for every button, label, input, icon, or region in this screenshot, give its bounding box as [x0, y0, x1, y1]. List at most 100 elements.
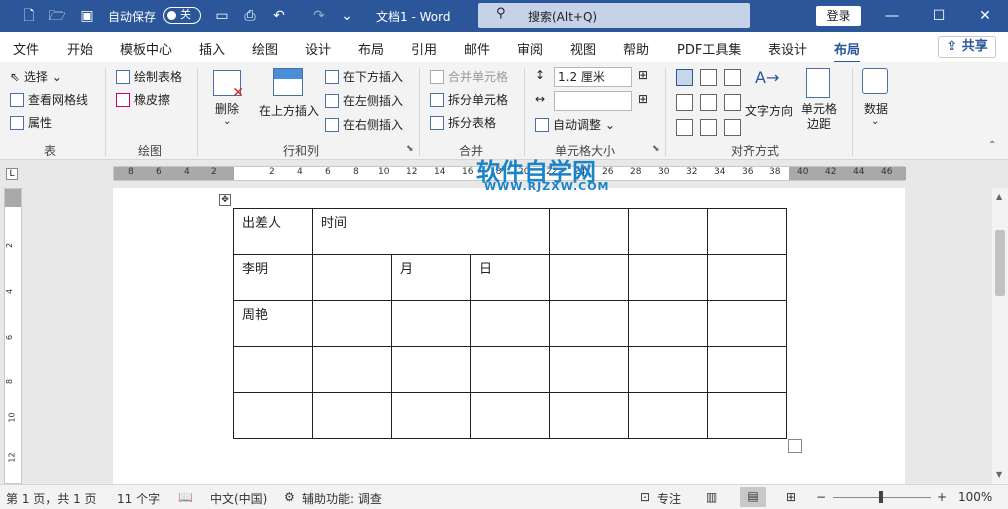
new-doc-icon[interactable]: 🗋 — [20, 7, 38, 25]
table-cell[interactable] — [312, 300, 392, 347]
tab-template-center[interactable]: 模板中心 — [120, 39, 172, 58]
tab-references[interactable]: 引用 — [411, 39, 437, 58]
tab-layout[interactable]: 布局 — [358, 39, 384, 58]
table-cell[interactable] — [549, 208, 629, 255]
scroll-down-icon[interactable]: ▼ — [996, 470, 1002, 479]
column-width-input[interactable] — [554, 91, 632, 111]
tab-review[interactable]: 审阅 — [517, 39, 543, 58]
table-cell[interactable] — [707, 254, 787, 301]
scrollbar-thumb[interactable] — [995, 230, 1005, 296]
table-cell[interactable] — [707, 346, 787, 393]
close-icon[interactable]: ✕ — [962, 0, 1008, 32]
table-cell[interactable] — [707, 300, 787, 347]
maximize-icon[interactable]: ☐ — [916, 0, 962, 32]
save-icon[interactable]: ▭ — [213, 7, 231, 25]
tab-mailings[interactable]: 邮件 — [464, 39, 490, 58]
table-cell[interactable]: 月 — [391, 254, 471, 301]
align-middle-center-button[interactable] — [700, 94, 717, 111]
table-cell[interactable] — [707, 392, 787, 439]
zoom-in-icon[interactable]: + — [937, 490, 947, 504]
table-cell[interactable]: 李明 — [233, 254, 313, 301]
align-middle-left-button[interactable] — [676, 94, 693, 111]
table-cell[interactable] — [312, 392, 392, 439]
autosave-toggle[interactable]: 关 — [163, 7, 201, 24]
table-cell[interactable] — [707, 208, 787, 255]
table-cell[interactable] — [549, 300, 629, 347]
vertical-scrollbar[interactable]: ▲ ▼ — [992, 188, 1008, 484]
tab-view[interactable]: 视图 — [570, 39, 596, 58]
split-table-button[interactable]: 拆分表格 — [430, 114, 496, 131]
zoom-out-icon[interactable]: − — [816, 490, 826, 504]
insert-right-button[interactable]: 在右侧插入 — [325, 116, 403, 133]
zoom-slider-thumb[interactable] — [879, 491, 883, 503]
scroll-up-icon[interactable]: ▲ — [996, 192, 1002, 201]
share-button[interactable]: ⇪ 共享 — [938, 36, 996, 58]
document-table[interactable]: 出差人 时间 李明 月 日 周艳 — [233, 208, 787, 439]
table-cell[interactable] — [470, 392, 550, 439]
row-height-input[interactable]: 1.2 厘米 — [554, 67, 632, 87]
tab-selector-icon[interactable]: L — [6, 168, 18, 180]
redo-icon[interactable]: ↷ — [310, 7, 328, 25]
align-top-right-button[interactable] — [724, 69, 741, 86]
table-cell[interactable] — [233, 392, 313, 439]
split-cells-button[interactable]: 拆分单元格 — [430, 91, 508, 108]
table-resize-handle-icon[interactable] — [788, 439, 802, 453]
merge-cells-button[interactable]: 合并单元格 — [430, 68, 508, 85]
align-bottom-center-button[interactable] — [700, 119, 717, 136]
table-cell[interactable]: 时间 — [312, 208, 550, 255]
proofing-icon[interactable]: 📖 — [178, 490, 193, 504]
table-cell[interactable]: 出差人 — [233, 208, 313, 255]
table-cell[interactable] — [470, 346, 550, 393]
table-cell[interactable] — [628, 346, 708, 393]
tab-file[interactable]: 文件 — [13, 39, 39, 58]
table-cell[interactable] — [391, 392, 471, 439]
eraser-button[interactable]: 橡皮擦 — [116, 91, 170, 108]
tab-help[interactable]: 帮助 — [623, 39, 649, 58]
print-preview-icon[interactable]: ⎙ — [241, 7, 259, 25]
print-layout-icon[interactable]: ▤ — [740, 487, 766, 507]
collapse-ribbon-icon[interactable]: ⌃ — [988, 140, 996, 151]
tab-pdf-tools[interactable]: PDF工具集 — [677, 39, 741, 58]
undo-icon[interactable]: ↶ — [270, 7, 288, 25]
align-bottom-left-button[interactable] — [676, 119, 693, 136]
read-mode-icon[interactable]: ▥ — [706, 490, 717, 504]
autofit-button[interactable]: 自动调整 ⌄ — [535, 116, 615, 133]
open-folder-icon[interactable]: 🗁 — [48, 7, 66, 25]
accessibility-status[interactable]: 辅助功能: 调查 — [302, 490, 382, 507]
table-cell[interactable] — [312, 346, 392, 393]
table-cell[interactable] — [391, 346, 471, 393]
table-cell[interactable] — [628, 300, 708, 347]
minimize-icon[interactable]: — — [869, 0, 915, 32]
draw-table-button[interactable]: 绘制表格 — [116, 68, 182, 85]
dialog-launcher-icon[interactable]: ⬊ — [406, 144, 414, 154]
table-cell[interactable]: 周艳 — [233, 300, 313, 347]
tab-insert[interactable]: 插入 — [199, 39, 225, 58]
table-cell[interactable] — [312, 254, 392, 301]
table-cell[interactable] — [233, 346, 313, 393]
table-cell[interactable] — [549, 254, 629, 301]
search-box[interactable]: ⚲ 搜索(Alt+Q) — [478, 3, 750, 28]
table-cell[interactable] — [628, 392, 708, 439]
image-icon[interactable]: ▣ — [78, 7, 96, 25]
web-layout-icon[interactable]: ⊞ — [786, 490, 796, 504]
table-cell[interactable] — [628, 208, 708, 255]
vertical-ruler[interactable]: 2 4 6 8 10 12 — [4, 188, 22, 484]
tab-table-design[interactable]: 表设计 — [768, 39, 807, 58]
table-cell[interactable] — [628, 254, 708, 301]
document-page[interactable]: ✥ 出差人 时间 李明 月 日 周艳 — [113, 188, 905, 484]
properties-button[interactable]: 属性 — [10, 114, 52, 131]
tab-table-layout[interactable]: 布局 — [834, 39, 861, 64]
focus-button[interactable]: 专注 — [657, 490, 681, 507]
zoom-level[interactable]: 100% — [958, 490, 992, 504]
customize-qat-icon[interactable]: ⌄ — [338, 7, 356, 25]
view-gridlines-button[interactable]: 查看网格线 — [10, 91, 88, 108]
table-cell[interactable] — [391, 300, 471, 347]
align-top-center-button[interactable] — [700, 69, 717, 86]
distribute-columns-icon[interactable]: ⊞ — [638, 92, 648, 106]
word-count[interactable]: 11 个字 — [117, 490, 160, 507]
insert-left-button[interactable]: 在左侧插入 — [325, 92, 403, 109]
align-bottom-right-button[interactable] — [724, 119, 741, 136]
tab-draw[interactable]: 绘图 — [252, 39, 278, 58]
table-move-handle-icon[interactable]: ✥ — [219, 194, 231, 206]
align-middle-right-button[interactable] — [724, 94, 741, 111]
